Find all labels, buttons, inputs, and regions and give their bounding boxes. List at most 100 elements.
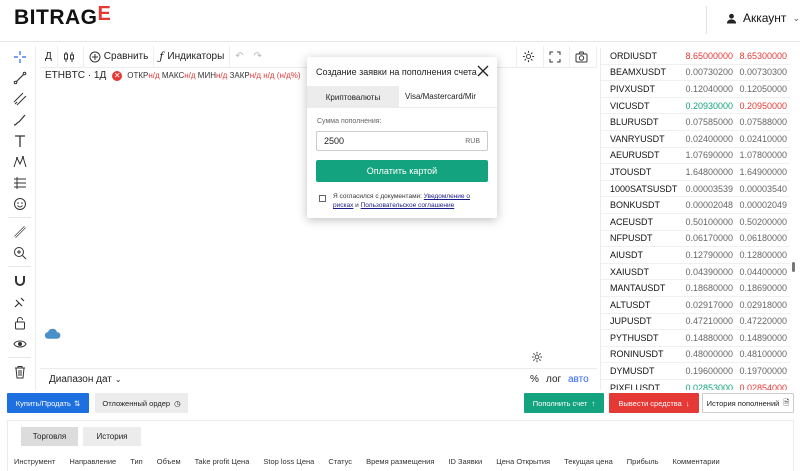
ticker-row[interactable]: ACEUSDT 0.50100000 0.50200000 bbox=[601, 214, 790, 231]
redo-button[interactable]: ↷ bbox=[249, 46, 267, 68]
tab-history[interactable]: История bbox=[83, 427, 141, 446]
trend-line-icon[interactable] bbox=[4, 67, 36, 88]
column-header[interactable]: Цена Открытия bbox=[496, 457, 550, 469]
column-header[interactable]: Инструмент bbox=[14, 457, 55, 469]
column-header[interactable]: Take profit Цена bbox=[195, 457, 250, 469]
eye-icon[interactable] bbox=[4, 333, 36, 354]
ticker-symbol: PIVXUSDT bbox=[610, 83, 656, 94]
remove-symbol-icon[interactable]: ✕ bbox=[112, 70, 123, 81]
chart-settings-icon[interactable] bbox=[531, 350, 543, 368]
compare-button[interactable]: Сравнить bbox=[84, 45, 155, 68]
fullscreen-button[interactable] bbox=[544, 45, 570, 68]
symbol-label[interactable]: ETHBTC · 1Д bbox=[45, 70, 106, 81]
ticker-bid: 0.12040000 bbox=[685, 83, 733, 94]
ticker-row[interactable]: BONKUSDT 0.00002048 0.00002049 bbox=[601, 197, 790, 214]
ticker-row[interactable]: ALTUSDT 0.02917000 0.02918000 bbox=[601, 297, 790, 314]
amount-input[interactable]: 2500 RUB bbox=[316, 131, 488, 151]
ticker-symbol: BLURUSDT bbox=[610, 117, 659, 128]
account-menu[interactable]: Аккаунт ⌄ bbox=[726, 11, 800, 25]
ticker-row[interactable]: RONINUSDT 0.48000000 0.48100000 bbox=[601, 347, 790, 364]
interval-selector[interactable]: Д bbox=[40, 45, 58, 68]
ticker-bid: 0.00730200 bbox=[685, 67, 733, 78]
ruler-icon[interactable] bbox=[4, 221, 36, 242]
ticker-row[interactable]: NFPUSDT 0.06170000 0.06180000 bbox=[601, 231, 790, 248]
ticker-row[interactable]: AIUSDT 0.12790000 0.12800000 bbox=[601, 247, 790, 264]
pending-order-button[interactable]: Отложенный ордер ◷ bbox=[95, 393, 188, 413]
pay-by-card-button[interactable]: Оплатить картой bbox=[316, 160, 488, 182]
zoom-in-icon[interactable] bbox=[4, 242, 36, 263]
deposit-history-button[interactable]: История пополнений 🗎 bbox=[702, 393, 794, 413]
ticker-row[interactable]: PIXELUSDT 0.02853000 0.02854000 bbox=[601, 380, 790, 390]
tab-card[interactable]: Visa/Mastercard/Mir bbox=[399, 86, 497, 108]
undo-button[interactable]: ↶ bbox=[230, 46, 248, 68]
logo-accent-letter: E bbox=[97, 3, 112, 25]
deposit-button[interactable]: Пополнить счет ↑ bbox=[524, 393, 604, 413]
ticker-symbol: PYTHUSDT bbox=[610, 332, 659, 343]
cloud-icon[interactable] bbox=[44, 327, 61, 345]
column-header[interactable]: Комментарии bbox=[673, 457, 720, 469]
ticker-row[interactable]: DYMUSDT 0.19600000 0.19700000 bbox=[601, 363, 790, 380]
ticker-row[interactable]: PYTHUSDT 0.14880000 0.14890000 bbox=[601, 330, 790, 347]
prediction-icon[interactable] bbox=[4, 172, 36, 193]
snapshot-button[interactable] bbox=[570, 45, 597, 68]
date-range-selector[interactable]: Диапазон дат ⌄ bbox=[49, 374, 122, 385]
ticker-bid: 0.14880000 bbox=[685, 332, 733, 343]
ticker-row[interactable]: BLURUSDT 0.07585000 0.07588000 bbox=[601, 114, 790, 131]
clock-icon: ◷ bbox=[174, 398, 181, 408]
ticker-row[interactable]: AEURUSDT 1.07690000 1.07800000 bbox=[601, 148, 790, 165]
lock-drawing-icon[interactable] bbox=[4, 291, 36, 312]
percent-toggle[interactable]: % bbox=[530, 374, 539, 385]
brush-icon[interactable] bbox=[4, 109, 36, 130]
column-header[interactable]: ID Заявки bbox=[448, 457, 482, 469]
candles-button[interactable] bbox=[58, 45, 84, 68]
close-icon[interactable] bbox=[477, 64, 489, 82]
user-agreement-link[interactable]: Пользовательское соглашение bbox=[361, 202, 455, 209]
settings-button[interactable] bbox=[516, 45, 544, 68]
ticker-symbol: VANRYUSDT bbox=[610, 133, 665, 144]
crosshair-icon[interactable] bbox=[4, 46, 36, 67]
trash-icon[interactable] bbox=[4, 361, 36, 382]
column-header[interactable]: Статус bbox=[328, 457, 352, 469]
ticker-bid: 0.20930000 bbox=[685, 100, 733, 111]
column-header[interactable]: Текущая цена bbox=[564, 457, 613, 469]
tab-trading[interactable]: Торговля bbox=[21, 427, 78, 446]
column-header[interactable]: Время размещения bbox=[366, 457, 434, 469]
column-header[interactable]: Объем bbox=[157, 457, 181, 469]
ticker-row[interactable]: XAIUSDT 0.04390000 0.04400000 bbox=[601, 264, 790, 281]
column-header[interactable]: Тип bbox=[130, 457, 143, 469]
brand-logo[interactable]: BITRAGE bbox=[14, 3, 112, 30]
tab-crypto[interactable]: Криптовалюты bbox=[307, 86, 399, 108]
ticker-row[interactable]: 1000SATSUSDT 0.00003539 0.00003540 bbox=[601, 181, 790, 198]
lock-icon[interactable] bbox=[4, 312, 36, 333]
withdraw-button[interactable]: Вывести средства ↓ bbox=[609, 393, 699, 413]
ticker-row[interactable]: JTOUSDT 1.64800000 1.64900000 bbox=[601, 164, 790, 181]
ticker-row[interactable]: ORDIUSDT 8.65000000 8.65300000 bbox=[601, 48, 790, 65]
fib-channel-icon[interactable] bbox=[4, 88, 36, 109]
ticker-ask: 0.19700000 bbox=[739, 366, 787, 377]
column-header[interactable]: Stop loss Цена bbox=[263, 457, 314, 469]
ticker-scrollbar[interactable] bbox=[792, 262, 795, 272]
auto-toggle[interactable]: авто bbox=[568, 374, 589, 385]
log-toggle[interactable]: лог bbox=[546, 374, 561, 385]
text-tool-icon[interactable] bbox=[4, 130, 36, 151]
ohlc-key: ОТКР bbox=[127, 71, 149, 80]
indicators-button[interactable]: ƒ Индикаторы bbox=[154, 45, 231, 68]
ticker-row[interactable]: BEAMXUSDT 0.00730200 0.00730300 bbox=[601, 65, 790, 82]
ticker-symbol: MANTAUSDT bbox=[610, 283, 666, 294]
column-header[interactable]: Направление bbox=[69, 457, 116, 469]
ticker-row[interactable]: VICUSDT 0.20930000 0.20950000 bbox=[601, 98, 790, 115]
ticker-row[interactable]: JUPUSDT 0.47210000 0.47220000 bbox=[601, 314, 790, 331]
magnet-icon[interactable] bbox=[4, 270, 36, 291]
agree-checkbox[interactable] bbox=[319, 195, 326, 202]
redo-icon: ↷ bbox=[253, 51, 263, 62]
ticker-row[interactable]: VANRYUSDT 0.02400000 0.02410000 bbox=[601, 131, 790, 148]
fullscreen-icon bbox=[549, 51, 561, 62]
column-header[interactable]: Прибыль bbox=[627, 457, 659, 469]
pattern-icon[interactable] bbox=[4, 151, 36, 172]
withdraw-label: Вывести средства bbox=[618, 398, 682, 408]
buy-sell-button[interactable]: Купить/Продать ⇅ bbox=[7, 393, 89, 413]
emoji-icon[interactable] bbox=[4, 193, 36, 214]
ticker-row[interactable]: PIVXUSDT 0.12040000 0.12050000 bbox=[601, 81, 790, 98]
ticker-bid: 0.02917000 bbox=[685, 299, 733, 310]
ticker-row[interactable]: MANTAUSDT 0.18680000 0.18690000 bbox=[601, 280, 790, 297]
